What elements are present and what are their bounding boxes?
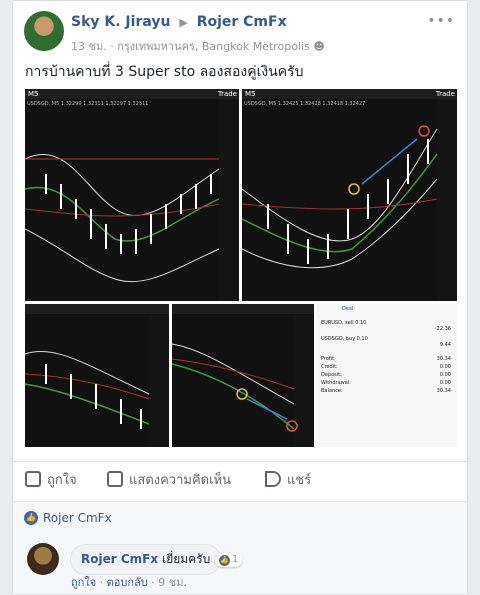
- trade-balance-panel[interactable]: Deal EURUSD, sell 0.10 22.36 USDSGD, buy…: [317, 304, 457, 447]
- reaction-names[interactable]: Rojer CmFx: [43, 511, 112, 525]
- chart-toolbar: [172, 304, 314, 314]
- post-header: Sky K. Jirayu ▶ Rojer CmFx: [71, 14, 287, 30]
- balance-row-value: 22.36: [436, 326, 451, 332]
- post-location[interactable]: กรุงเทพมหานคร, Bangkok Metropolis: [117, 40, 310, 53]
- comment-meta: ถูกใจ · ตอบกลับ · 9 ชม.: [71, 576, 187, 589]
- comment-like-link[interactable]: ถูกใจ: [71, 576, 96, 589]
- chart-drawing: [172, 343, 298, 432]
- post-actions: ถูกใจ แสดงความคิดเห็น แชร์: [13, 461, 467, 493]
- post-text: การบ้านคาบที่ 3 Super sto ลองสองคู่เงินค…: [25, 64, 304, 80]
- comment-button[interactable]: แสดงความคิดเห็น: [107, 469, 231, 490]
- chart-screenshot-4[interactable]: [172, 304, 314, 447]
- chart-screenshot-1[interactable]: M5 Trade USDSGD, M5 1.32299 1.32311 1.32…: [25, 89, 239, 301]
- chart-drawing: [25, 350, 150, 429]
- chart-toolbar: M5: [242, 89, 457, 99]
- thumbs-up-icon: [25, 471, 41, 487]
- chart-screenshot-3[interactable]: [25, 304, 169, 447]
- balance-row-label: Profit:: [321, 356, 336, 362]
- chart-toolbar: M5: [25, 89, 239, 99]
- share-button[interactable]: แชร์: [265, 469, 311, 490]
- commenter-name[interactable]: Rojer CmFx: [81, 552, 158, 566]
- chart-drawing: [25, 153, 220, 283]
- balance-row-value: 0.00: [439, 364, 451, 370]
- balance-row-label: Balance:: [321, 388, 343, 394]
- deal-tab[interactable]: Deal: [342, 306, 353, 312]
- like-button[interactable]: ถูกใจ: [25, 469, 77, 490]
- balance-row-value: 0.00: [439, 372, 451, 378]
- share-icon: [265, 471, 281, 487]
- like-reaction-icon: 👍: [219, 555, 230, 566]
- post-meta: 13 ชม. · กรุงเทพมหานคร, Bangkok Metropol…: [71, 40, 325, 53]
- balance-row-value: 30.34: [436, 356, 451, 362]
- chart-toolbar: [25, 304, 169, 314]
- balance-row-label: Withdrawal:: [321, 380, 351, 386]
- trade-label: Trade: [435, 90, 455, 98]
- friends-icon: ☻: [313, 40, 325, 53]
- like-reaction-icon: 👍: [24, 511, 38, 525]
- more-options-icon[interactable]: •••: [427, 13, 455, 29]
- balance-row-label: EURUSD, sell 0.10: [321, 320, 367, 326]
- comment: Rojer CmFx เยี่ยมครับ 👍 1 ถูกใจ · ตอบกลับ …: [13, 535, 467, 594]
- balance-row-label: USDSGD, buy 0.10: [321, 336, 368, 342]
- comment-icon: [107, 471, 123, 487]
- balance-row-value: 0.00: [439, 380, 451, 386]
- commenter-avatar[interactable]: [27, 543, 59, 575]
- comment-time[interactable]: 9 ชม.: [158, 576, 187, 589]
- post-card: Sky K. Jirayu ▶ Rojer CmFx 13 ชม. · กรุง…: [12, 0, 468, 595]
- comment-reply-link[interactable]: ตอบกลับ: [107, 576, 148, 589]
- trade-label: Trade: [217, 90, 237, 98]
- target-name[interactable]: Rojer CmFx: [197, 14, 287, 30]
- comment-like-count[interactable]: 👍 1: [215, 553, 243, 567]
- chart-screenshot-2[interactable]: M5 Trade USDSGD, M5 1.32425 1.32428 1.32…: [242, 89, 457, 301]
- comment-bubble: Rojer CmFx เยี่ยมครับ: [70, 544, 222, 575]
- author-name[interactable]: Sky K. Jirayu: [71, 14, 170, 30]
- balance-row-value: 9.44: [439, 342, 451, 348]
- author-avatar[interactable]: [24, 11, 64, 51]
- photo-grid[interactable]: M5 Trade USDSGD, M5 1.32299 1.32311 1.32…: [25, 89, 457, 447]
- comment-text: เยี่ยมครับ: [162, 552, 211, 566]
- balance-row-value: 30.34: [436, 388, 451, 394]
- balance-row-label: Deposit:: [321, 372, 342, 378]
- chart-drawing: [242, 125, 438, 269]
- triangle-right-icon: ▶: [179, 16, 188, 29]
- post-time[interactable]: 13 ชม.: [71, 40, 107, 53]
- balance-row-label: Credit:: [321, 364, 338, 370]
- reactions-bar[interactable]: 👍 Rojer CmFx: [13, 501, 467, 535]
